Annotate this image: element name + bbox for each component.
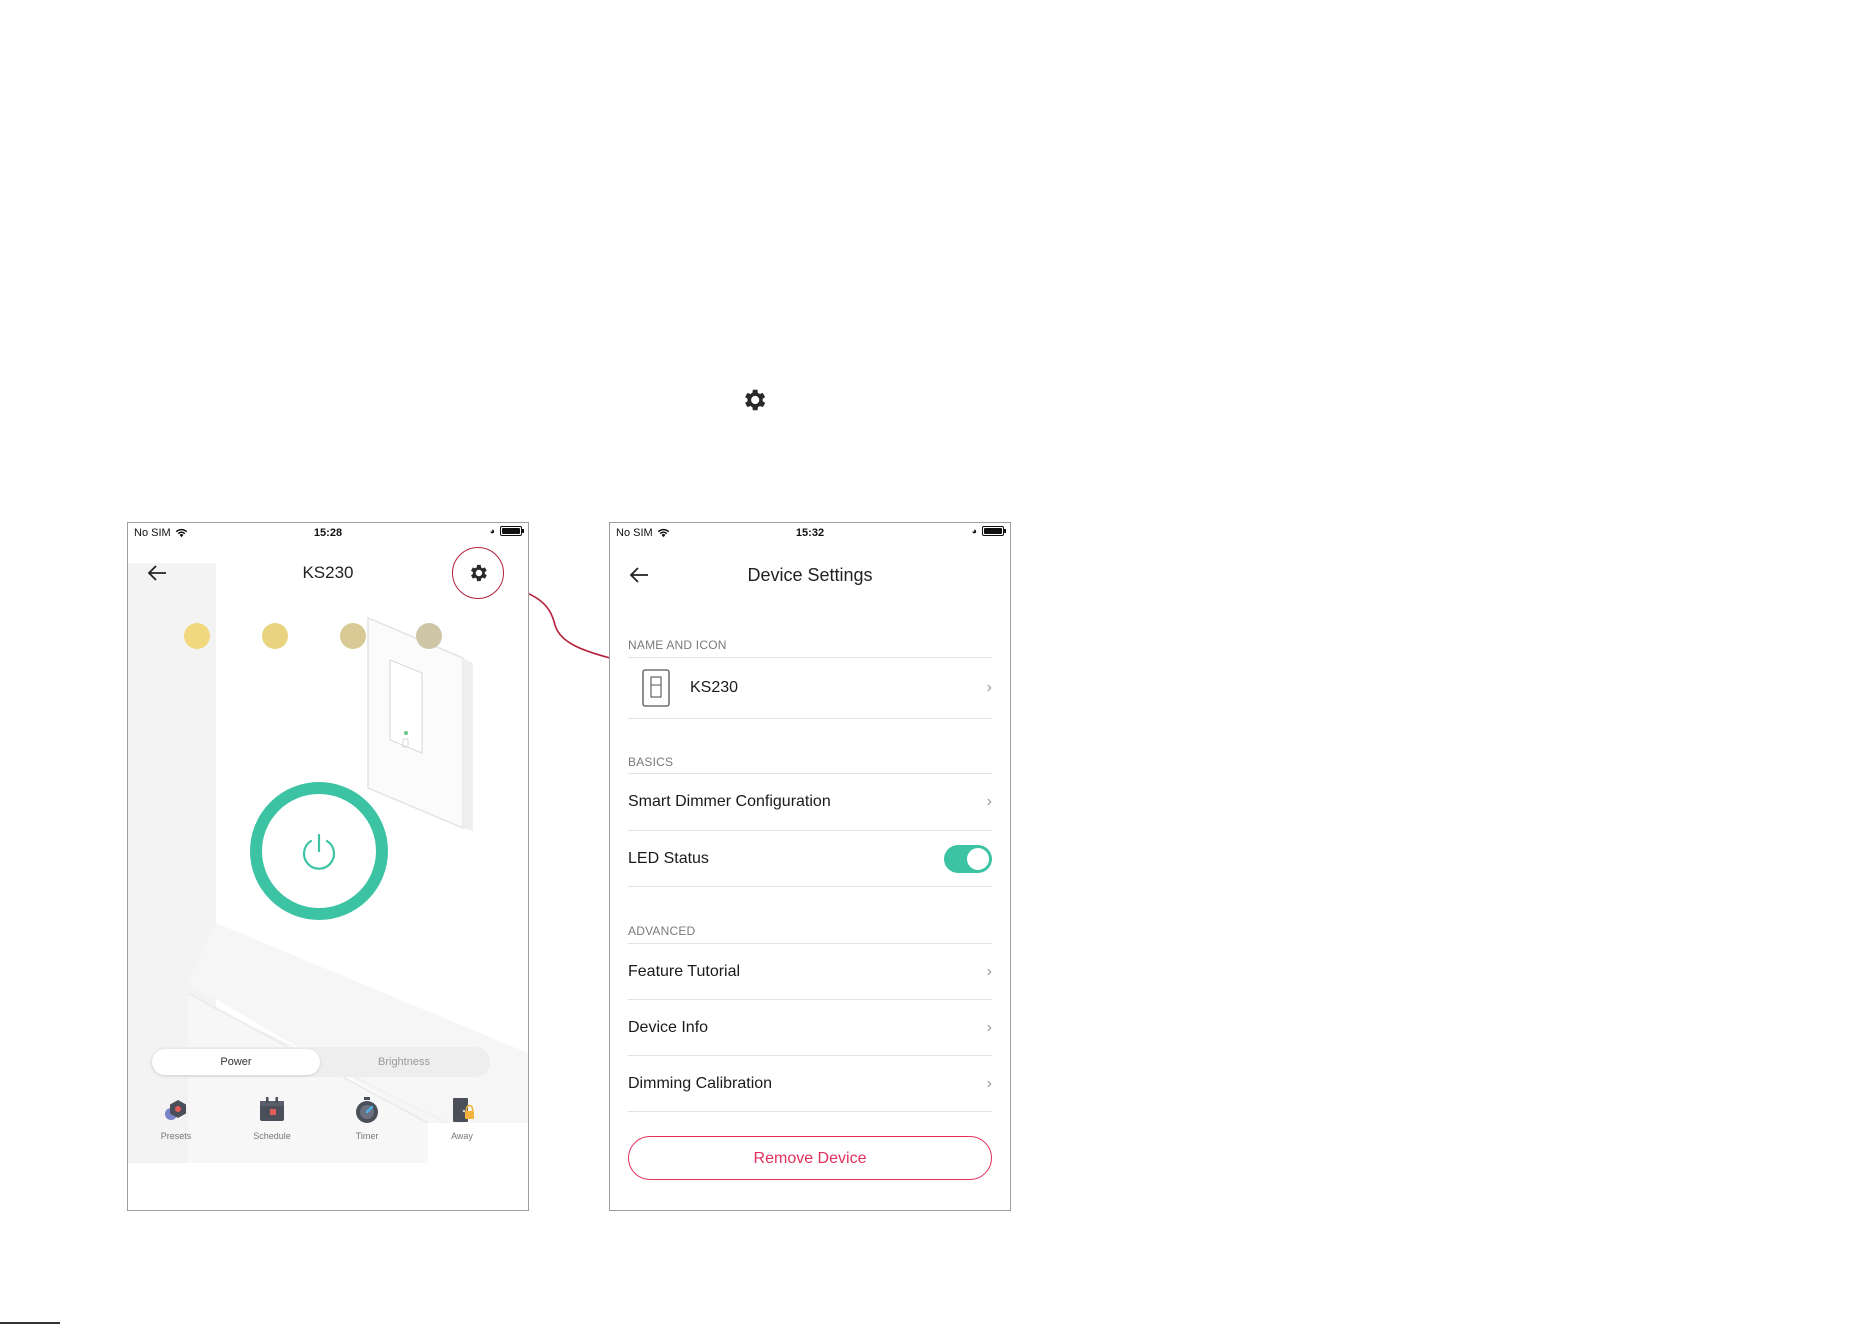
led-status-label: LED Status (628, 849, 709, 867)
device-name: KS230 (690, 679, 739, 696)
segment-power[interactable]: Power (152, 1049, 320, 1075)
nav-presets-label: Presets (160, 1131, 192, 1141)
nav-schedule[interactable]: Schedule (242, 1095, 302, 1141)
power-button[interactable] (250, 782, 388, 920)
dimming-calibration-label: Dimming Calibration (628, 1074, 773, 1092)
smart-dimmer-configuration-row[interactable]: Smart Dimmer Configuration › (628, 774, 992, 831)
device-info-label: Device Info (628, 1018, 709, 1036)
chevron-right-icon: › (986, 679, 992, 696)
power-icon (302, 833, 336, 870)
brightness-preset-1[interactable] (184, 623, 210, 649)
page-title: Device Settings (747, 565, 873, 585)
status-time: 15:28 (313, 527, 343, 539)
away-icon (453, 1098, 474, 1122)
settings-button[interactable] (452, 547, 504, 599)
schedule-icon (260, 1097, 284, 1121)
timer-icon (356, 1097, 378, 1123)
device-settings-screen: No SIM 15:32 ◕ Device Settings NAME AND … (609, 522, 1011, 1211)
nav-presets[interactable]: Presets (146, 1095, 206, 1141)
brightness-preset-4[interactable] (416, 623, 442, 649)
battery-icon (982, 526, 1006, 536)
status-bar: No SIM 15:32 ◕ (610, 523, 1010, 545)
status-time: 15:32 (795, 527, 825, 539)
orientation-lock-icon: ◕ (489, 526, 495, 536)
device-control-screen: No SIM 15:28 ◕ KS230 Power Brightness Pr… (127, 522, 529, 1211)
led-status-toggle[interactable] (944, 844, 992, 873)
section-name-and-icon: NAME AND ICON (628, 638, 727, 652)
nav-timer-label: Timer (355, 1131, 379, 1141)
gear-icon (745, 389, 766, 411)
device-info-row[interactable]: Device Info › (628, 1000, 992, 1056)
mode-segmented-control: Power Brightness (150, 1047, 490, 1077)
section-advanced: ADVANCED (628, 924, 696, 938)
smart-dimmer-configuration-label: Smart Dimmer Configuration (628, 793, 831, 810)
feature-tutorial-label: Feature Tutorial (628, 962, 741, 980)
brightness-preset-2[interactable] (262, 623, 288, 649)
led-status-row: LED Status (628, 831, 992, 887)
nav-schedule-label: Schedule (253, 1131, 291, 1141)
chevron-right-icon: › (986, 962, 992, 980)
remove-device-button[interactable]: Remove Device (628, 1136, 992, 1180)
feature-tutorial-row[interactable]: Feature Tutorial › (628, 944, 992, 1000)
nav-away[interactable]: Away (432, 1095, 492, 1141)
segment-brightness[interactable]: Brightness (320, 1049, 488, 1075)
chevron-right-icon: › (986, 1018, 992, 1036)
section-basics: BASICS (628, 755, 674, 769)
battery-icon (500, 526, 524, 536)
nav-timer[interactable]: Timer (337, 1095, 397, 1141)
chevron-right-icon: › (986, 793, 992, 810)
presets-icon (165, 1100, 186, 1120)
chevron-right-icon: › (986, 1074, 992, 1092)
brightness-preset-3[interactable] (340, 623, 366, 649)
gear-icon (471, 564, 487, 582)
status-bar: No SIM 15:28 ◕ (128, 523, 528, 545)
nav-away-label: Away (451, 1131, 473, 1141)
orientation-lock-icon: ◕ (971, 526, 977, 536)
switch-device-icon (642, 669, 670, 707)
dimming-calibration-row[interactable]: Dimming Calibration › (628, 1056, 992, 1112)
device-name-row[interactable]: KS230 › (628, 658, 992, 719)
